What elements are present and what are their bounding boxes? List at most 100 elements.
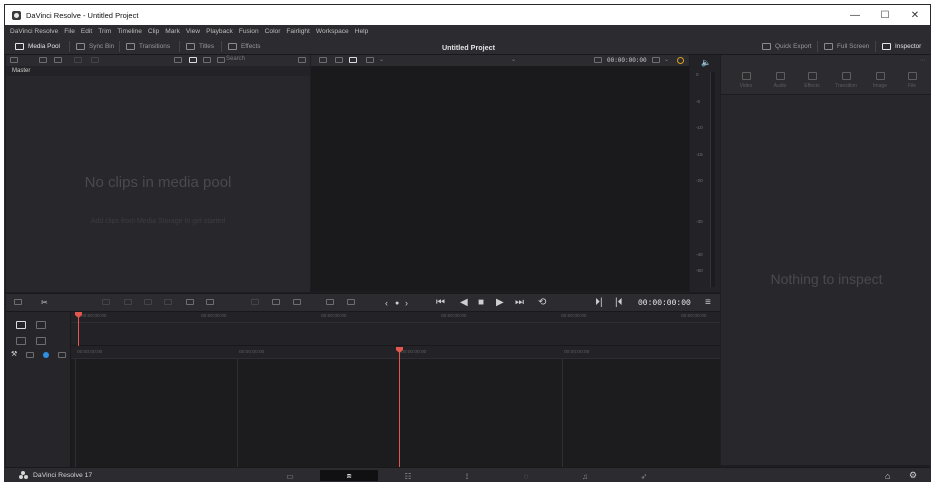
- minimize-button[interactable]: —: [840, 5, 870, 25]
- track-option-icon[interactable]: [36, 337, 46, 345]
- menu-workspace[interactable]: Workspace: [316, 28, 349, 35]
- viewer-mode-icon[interactable]: [349, 57, 357, 63]
- loop-icon[interactable]: ⟲: [538, 298, 546, 308]
- panel-layout-icon[interactable]: [10, 57, 18, 63]
- safe-area-icon[interactable]: [366, 57, 374, 63]
- page-edit-button[interactable]: ☷: [379, 470, 437, 481]
- wrench-icon[interactable]: ⚒: [11, 350, 17, 358]
- menu-timeline[interactable]: Timeline: [117, 28, 142, 35]
- source-overwrite-icon[interactable]: [206, 299, 214, 305]
- unlink-icon[interactable]: [74, 57, 82, 63]
- stop-icon[interactable]: ■: [478, 298, 484, 308]
- menu-edit[interactable]: Edit: [81, 28, 92, 35]
- list-view-icon[interactable]: [217, 57, 225, 63]
- go-to-end-icon[interactable]: ⏭: [515, 298, 524, 308]
- home-icon[interactable]: ⌂: [885, 471, 890, 481]
- menu-fusion[interactable]: Fusion: [239, 28, 259, 35]
- append-icon[interactable]: [124, 299, 132, 305]
- menu-fairlight[interactable]: Fairlight: [286, 28, 309, 35]
- tab-effects[interactable]: Effects: [797, 72, 827, 89]
- viewer-mode-icon[interactable]: [335, 57, 343, 63]
- clip-dropdown-chevron-icon[interactable]: ⌄: [511, 56, 516, 63]
- tab-file[interactable]: File: [897, 72, 927, 89]
- mark-in-icon[interactable]: ⏵|: [595, 298, 603, 308]
- close-up-icon[interactable]: [164, 299, 172, 305]
- inspector-tabs: ··· Video Audio Effects Transition Image: [721, 55, 930, 95]
- tab-image[interactable]: Image: [865, 72, 895, 89]
- page-media-button[interactable]: ▭: [261, 470, 319, 481]
- scissors-icon[interactable]: ✂: [41, 298, 48, 308]
- play-icon[interactable]: ▶: [496, 298, 504, 308]
- menu-help[interactable]: Help: [355, 28, 369, 35]
- thumbnail-view-icon[interactable]: [189, 57, 197, 63]
- maximize-button[interactable]: ☐: [870, 5, 900, 25]
- color-wheel-icon[interactable]: [677, 57, 684, 64]
- transform-icon[interactable]: [652, 57, 660, 63]
- new-bin-icon[interactable]: [54, 57, 62, 63]
- monitor-icon[interactable]: [293, 299, 301, 305]
- dot-icon[interactable]: ●: [395, 299, 399, 309]
- mark-out-icon[interactable]: |⏴: [615, 298, 623, 308]
- audio-track-dot-icon[interactable]: [43, 352, 49, 358]
- page-deliver-button[interactable]: ➶: [615, 470, 673, 481]
- track-height-icon[interactable]: [16, 321, 26, 329]
- playhead[interactable]: [399, 352, 400, 467]
- timeline-tools-icon[interactable]: [14, 299, 22, 305]
- monitor-icon[interactable]: [272, 299, 280, 305]
- menu-trim[interactable]: Trim: [98, 28, 111, 35]
- chevron-down-icon[interactable]: ⌄: [664, 56, 669, 63]
- menu-clip[interactable]: Clip: [148, 28, 159, 35]
- image-icon: [875, 72, 885, 80]
- smart-insert-icon[interactable]: [102, 299, 110, 305]
- prev-clip-icon[interactable]: ‹: [385, 298, 388, 308]
- settings-sliders-icon[interactable]: [347, 299, 355, 305]
- tab-transition[interactable]: Transition: [831, 72, 861, 89]
- more-options-icon[interactable]: ···: [919, 57, 926, 64]
- media-search-input[interactable]: Search: [226, 56, 292, 64]
- split-view-icon[interactable]: [251, 299, 259, 305]
- video-track-icon[interactable]: [58, 352, 66, 358]
- filmstrip-view-icon[interactable]: [203, 57, 211, 63]
- import-icon[interactable]: [39, 57, 47, 63]
- media-page-icon: ▭: [286, 472, 294, 481]
- close-button[interactable]: ✕: [900, 5, 930, 25]
- sort-icon[interactable]: [91, 57, 99, 63]
- menu-playback[interactable]: Playback: [206, 28, 233, 35]
- track-option-icon[interactable]: [16, 337, 26, 345]
- zoom-icon[interactable]: [36, 321, 46, 329]
- inspector-label: Inspector: [895, 43, 922, 50]
- menu-color[interactable]: Color: [265, 28, 281, 35]
- speaker-icon[interactable]: 🔈: [701, 58, 711, 67]
- go-to-start-icon[interactable]: ⏮: [436, 298, 445, 308]
- upper-playhead[interactable]: [78, 317, 79, 346]
- page-color-button[interactable]: ◌: [497, 470, 555, 481]
- tab-audio[interactable]: Audio: [765, 72, 795, 89]
- menu-view[interactable]: View: [186, 28, 200, 35]
- page-fusion-button[interactable]: ⟟: [438, 470, 496, 481]
- meter-label: -40: [696, 252, 703, 257]
- next-clip-icon[interactable]: ›: [405, 298, 408, 308]
- full-screen-button[interactable]: Full Screen: [824, 40, 869, 53]
- quick-export-button[interactable]: Quick Export: [762, 40, 812, 53]
- title-bar: DaVinci Resolve - Untitled Project — ☐ ✕: [5, 5, 930, 25]
- metadata-view-icon[interactable]: [174, 57, 182, 63]
- chevron-down-icon[interactable]: ⌄: [379, 56, 384, 63]
- sort-options-icon[interactable]: [298, 57, 306, 63]
- place-on-top-icon[interactable]: [186, 299, 194, 305]
- page-fairlight-button[interactable]: ♫: [556, 470, 614, 481]
- tab-video[interactable]: Video: [731, 72, 761, 89]
- bin-master[interactable]: Master: [6, 66, 310, 76]
- menu-mark[interactable]: Mark: [165, 28, 180, 35]
- inspector-button[interactable]: Inspector: [882, 40, 921, 53]
- menu-icon[interactable]: ≡: [705, 298, 711, 308]
- track-lock-icon[interactable]: [26, 352, 34, 358]
- source-tape-icon[interactable]: [326, 299, 334, 305]
- viewer-mode-icon[interactable]: [319, 57, 327, 63]
- play-reverse-icon[interactable]: ◀: [460, 298, 468, 308]
- gear-icon[interactable]: ⚙: [909, 470, 917, 481]
- ripple-overwrite-icon[interactable]: [144, 299, 152, 305]
- page-cut-button[interactable]: ⧈: [320, 470, 378, 481]
- viewer-panel: ⌄ ⌄ 00:00:00:00 ⌄: [311, 55, 689, 292]
- menu-file[interactable]: File: [64, 28, 75, 35]
- menu-davinci-resolve[interactable]: DaVinci Resolve: [10, 28, 58, 35]
